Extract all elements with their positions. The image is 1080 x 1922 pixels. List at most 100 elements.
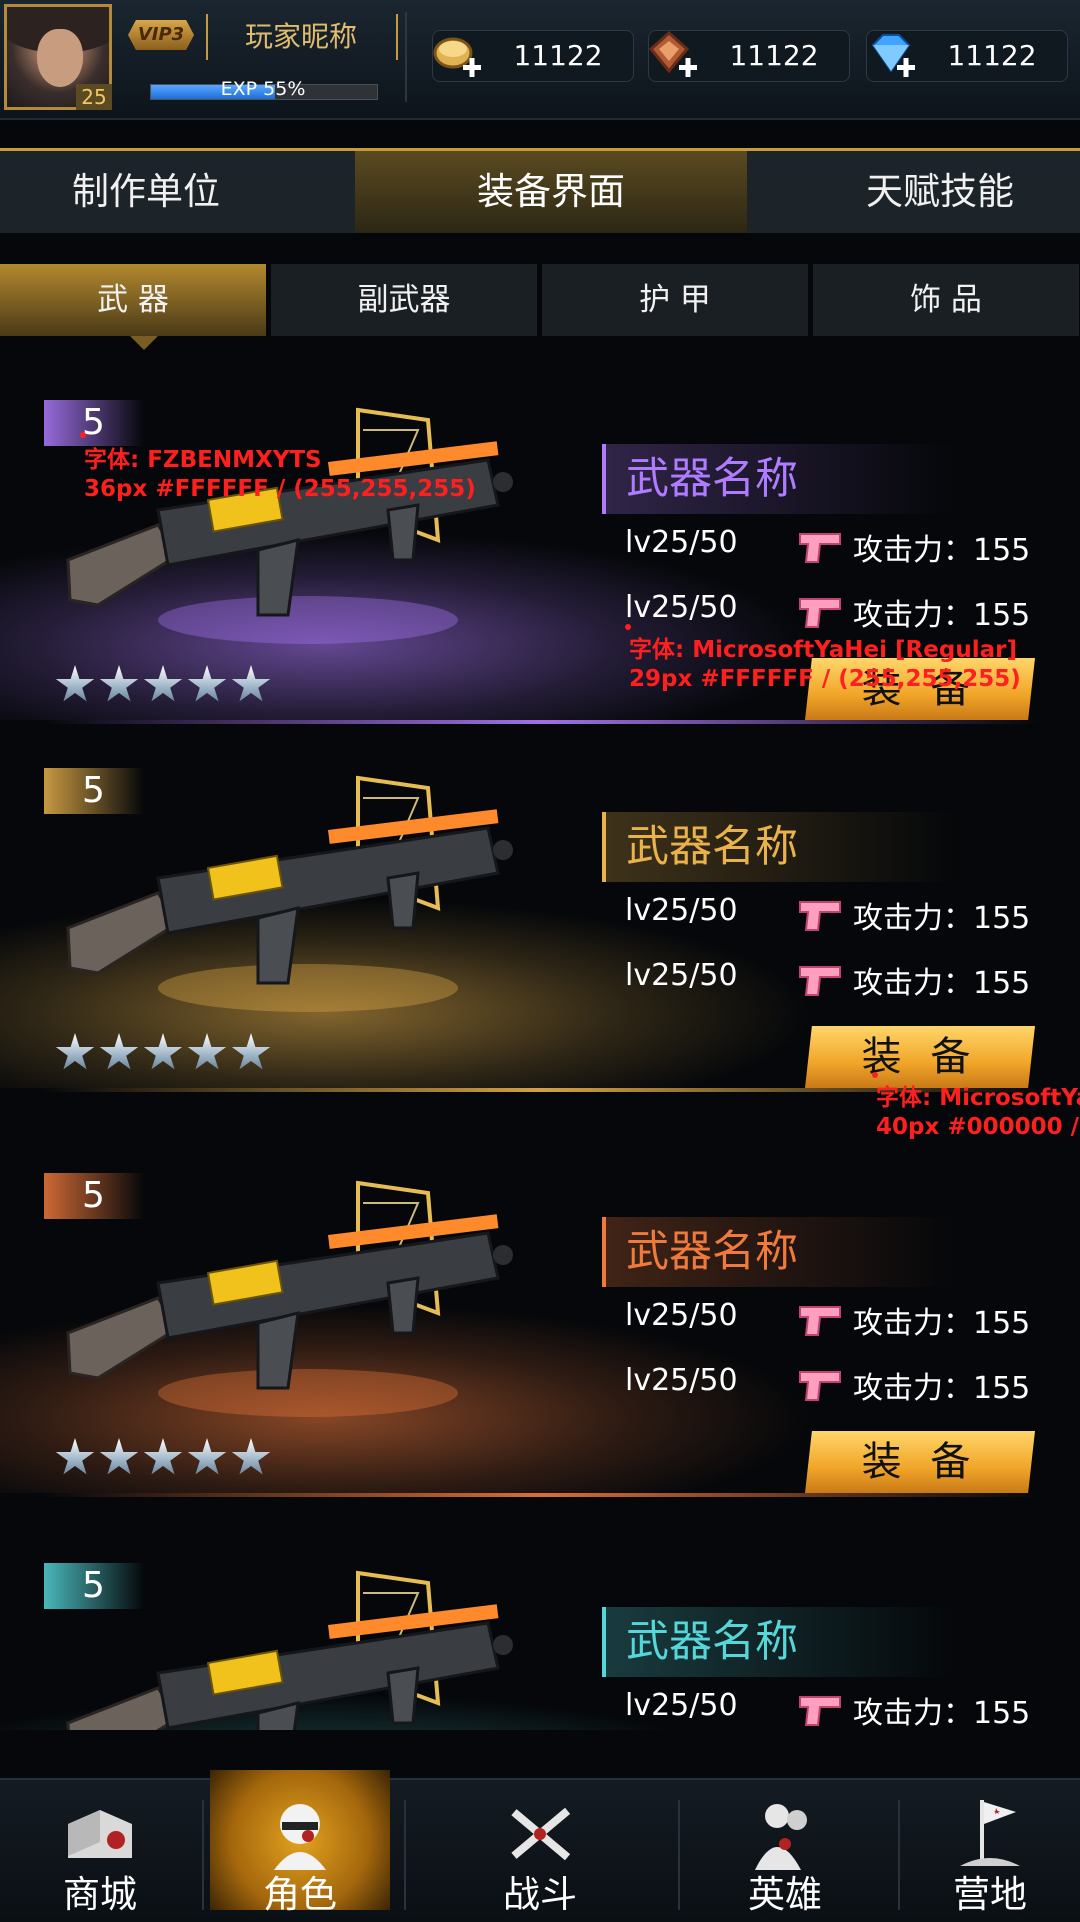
weapon-level: lv25/50 [625, 958, 738, 993]
rifle-icon [66, 775, 513, 1012]
weapon-level: lv25/50 [625, 590, 738, 625]
tab-talent-skills[interactable]: 天赋技能 [800, 151, 1080, 233]
star-icon [231, 665, 271, 702]
weapon-card[interactable]: 5 武器名称 lv25/50 攻击力：155 [0, 1543, 1080, 1730]
top-status-bar: 25 VIP3 玩家昵称 EXP 55% 11122 11122 11122 [0, 0, 1080, 120]
weapon-level: lv25/50 [625, 1363, 738, 1398]
annotation-button-font: 字体: MicrosoftYa 40px #000000 / ( [876, 1085, 1080, 1140]
weapon-list[interactable]: 5 武器名称 lv25/50 攻击力：155 lv25/50 攻击力：155 装… [0, 380, 1080, 1730]
weapon-level: lv25/50 [625, 1688, 738, 1723]
currency-gold[interactable]: 11122 [432, 30, 634, 82]
nav-hero[interactable]: 英雄 [680, 1780, 890, 1922]
nav-battle-label: 战斗 [503, 1873, 577, 1916]
nav-battle[interactable]: 战斗 [430, 1780, 650, 1922]
star-icon [187, 1033, 227, 1070]
annotation-marker [872, 1072, 878, 1078]
nav-character-label: 角色 [263, 1873, 337, 1916]
annotation-rarity-font: 字体: FZBENMXYTS 36px #FFFFFF / (255,255,2… [84, 447, 476, 502]
annotation-marker [80, 432, 86, 438]
star-icon [231, 1438, 271, 1475]
shop-icon [68, 1810, 132, 1858]
badge-plus-icon[interactable] [645, 27, 703, 85]
weapon-attack: 攻击力：155 [853, 901, 1031, 936]
vip-badge[interactable]: VIP3 [128, 20, 194, 50]
tab-crafting-unit[interactable]: 制作单位 [0, 151, 292, 233]
star-icon [99, 1033, 139, 1070]
subtab-secondary-weapon[interactable]: 副武器 [271, 264, 537, 336]
rifle-icon [66, 1570, 513, 1730]
currency-badge[interactable]: 11122 [648, 30, 850, 82]
subtab-armor[interactable]: 护 甲 [542, 264, 808, 336]
weapon-attack: 攻击力：155 [853, 1306, 1031, 1341]
equip-button[interactable]: 装 备 [805, 1026, 1035, 1088]
avatar-face [37, 29, 83, 87]
nav-hero-label: 英雄 [748, 1873, 822, 1916]
star-icon [99, 665, 139, 702]
annotation-marker [625, 624, 631, 630]
subtab-pointer [130, 336, 158, 350]
bottom-navigation: 商城 角色 战斗 英雄 营地 [0, 1770, 1080, 1922]
sub-tabs: 武 器 副武器 护 甲 饰 品 [0, 264, 1080, 336]
star-icon [143, 665, 183, 702]
hero-icon [755, 1804, 807, 1870]
weapon-attack: 攻击力：155 [853, 1371, 1031, 1406]
weapon-attack: 攻击力：155 [853, 533, 1031, 568]
currency-diamond-value: 11122 [947, 39, 1037, 72]
currency-diamond[interactable]: 11122 [866, 30, 1068, 82]
star-rating [55, 1033, 275, 1075]
star-icon [99, 1438, 139, 1475]
pistol-icon [799, 1371, 841, 1401]
weapon-level: lv25/50 [625, 525, 738, 560]
exp-label: EXP 55% [220, 78, 306, 100]
rarity-glow-line [40, 720, 1040, 724]
nav-separator [404, 1800, 406, 1910]
pistol-icon [799, 1696, 841, 1726]
rifle-icon [66, 1180, 513, 1417]
annotation-stat-font: 字体: MicrosoftYaHei [Regular] 29px #FFFFF… [629, 637, 1021, 692]
nav-camp[interactable]: 营地 [900, 1780, 1080, 1922]
weapon-name: 武器名称 [602, 812, 956, 882]
gold-coin-plus-icon[interactable] [429, 27, 487, 85]
star-rating [55, 1438, 275, 1480]
weapon-card[interactable]: 5 武器名称 lv25/50 攻击力：155 lv25/50 攻击力：155 装… [0, 1153, 1080, 1533]
nav-character[interactable]: 角色 [200, 1770, 400, 1922]
rarity-glow-line [40, 1493, 1040, 1497]
battle-guns-icon [511, 1807, 571, 1861]
character-icon [274, 1804, 326, 1870]
weapon-card[interactable]: 5 武器名称 lv25/50 攻击力：155 lv25/50 攻击力：155 装… [0, 380, 1080, 760]
star-icon [55, 665, 95, 702]
nav-shop[interactable]: 商城 [0, 1780, 200, 1922]
pistol-icon [799, 901, 841, 931]
star-icon [55, 1438, 95, 1475]
rifle-icon [66, 407, 513, 644]
nav-shop-label: 商城 [63, 1873, 137, 1916]
main-tabs: 制作单位 装备界面 天赋技能 [0, 148, 1080, 233]
weapon-card[interactable]: 5 武器名称 lv25/50 攻击力：155 lv25/50 攻击力：155 装… [0, 748, 1080, 1128]
tab-equipment[interactable]: 装备界面 [355, 151, 747, 233]
topbar-divider [405, 12, 407, 102]
weapon-attack: 攻击力：155 [853, 966, 1031, 1001]
weapon-name: 武器名称 [602, 444, 956, 514]
star-icon [187, 665, 227, 702]
pistol-icon [799, 1306, 841, 1336]
pistol-icon [799, 966, 841, 996]
player-level-badge: 25 [76, 84, 112, 110]
pistol-icon [799, 598, 841, 628]
diamond-plus-icon[interactable] [863, 27, 921, 85]
nav-camp-label: 营地 [953, 1873, 1027, 1916]
weapon-level: lv25/50 [625, 1298, 738, 1333]
player-nickname[interactable]: 玩家昵称 [206, 14, 396, 60]
equip-button[interactable]: 装 备 [805, 1431, 1035, 1493]
star-icon [143, 1438, 183, 1475]
star-icon [231, 1033, 271, 1070]
weapon-attack: 攻击力：155 [853, 598, 1031, 633]
weapon-attack: 攻击力：155 [853, 1696, 1031, 1730]
camp-flag-icon [960, 1800, 1020, 1866]
weapon-name: 武器名称 [602, 1217, 956, 1287]
pistol-icon [799, 533, 841, 563]
currency-gold-value: 11122 [513, 39, 603, 72]
star-icon [143, 1033, 183, 1070]
subtab-accessory[interactable]: 饰 品 [813, 264, 1079, 336]
currency-badge-value: 11122 [729, 39, 819, 72]
subtab-weapon[interactable]: 武 器 [0, 264, 266, 336]
